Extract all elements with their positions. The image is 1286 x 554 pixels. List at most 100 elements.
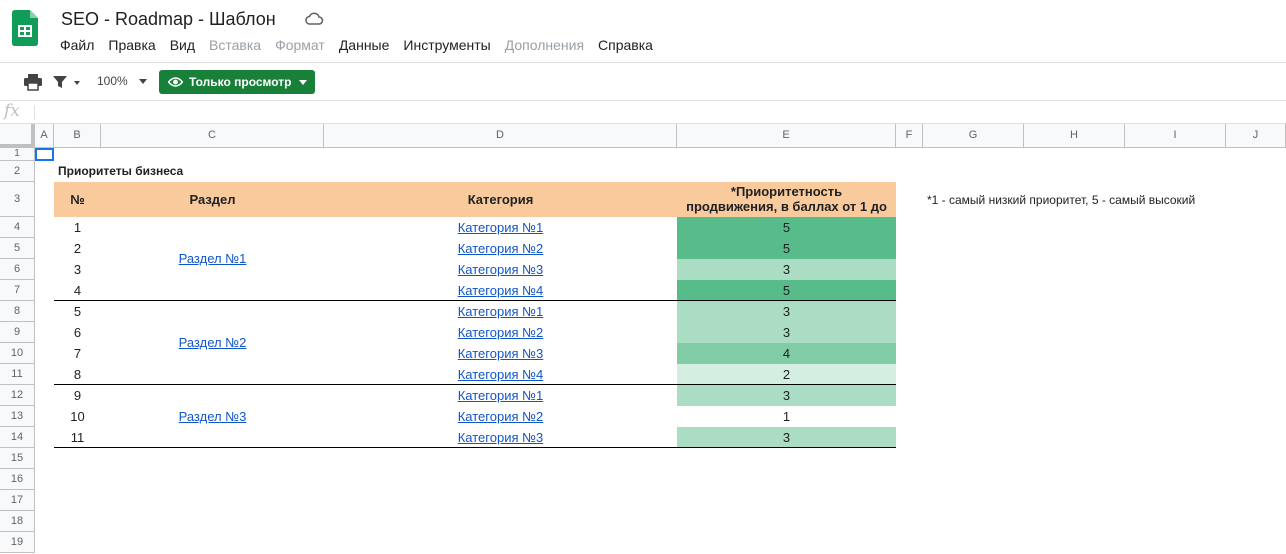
category-link[interactable]: Категория №4 <box>324 367 677 382</box>
menu-edit[interactable]: Правка <box>101 36 162 56</box>
column-header-e[interactable]: E <box>677 124 896 148</box>
row-header-12[interactable]: 12 <box>0 385 35 406</box>
sheets-logo-icon[interactable] <box>12 10 38 46</box>
document-title[interactable]: SEO - Roadmap - Шаблон <box>61 9 276 30</box>
column-header-i[interactable]: I <box>1125 124 1226 148</box>
section-link-3[interactable]: Раздел №3 <box>101 409 324 424</box>
title-bar: SEO - Roadmap - Шаблон Файл Правка Вид В… <box>0 0 1286 62</box>
formula-input[interactable] <box>44 103 1286 121</box>
category-link[interactable]: Категория №3 <box>324 262 677 277</box>
category-link[interactable]: Категория №4 <box>324 283 677 298</box>
item-number: 7 <box>73 346 82 361</box>
zoom-select[interactable]: 100% <box>97 74 128 88</box>
row-header-4[interactable]: 4 <box>0 217 35 238</box>
column-header-h[interactable]: H <box>1024 124 1125 148</box>
row-header-18[interactable]: 18 <box>0 511 35 532</box>
zoom-dropdown-icon[interactable] <box>139 79 147 84</box>
menu-data[interactable]: Данные <box>332 36 397 56</box>
row-header-13[interactable]: 13 <box>0 406 35 427</box>
category-link[interactable]: Категория №2 <box>324 325 677 340</box>
select-all-corner[interactable] <box>0 124 35 148</box>
fx-icon: fx <box>4 101 20 121</box>
row-header-11[interactable]: 11 <box>0 364 35 385</box>
item-number: 9 <box>73 388 82 403</box>
priority-score-cell[interactable]: 3 <box>677 427 896 448</box>
row-header-17[interactable]: 17 <box>0 490 35 511</box>
row-header-10[interactable]: 10 <box>0 343 35 364</box>
cloud-saved-icon[interactable] <box>304 11 324 27</box>
selected-cell-a1[interactable] <box>35 148 54 161</box>
column-header-d[interactable]: D <box>324 124 677 148</box>
row-header-8[interactable]: 8 <box>0 301 35 322</box>
column-header-b[interactable]: B <box>54 124 101 148</box>
caret-down-icon <box>299 80 307 85</box>
priority-score-cell[interactable]: 3 <box>677 322 896 343</box>
row-header-1[interactable]: 1 <box>0 148 35 161</box>
header-category: Категория <box>467 192 534 207</box>
row-header-5[interactable]: 5 <box>0 238 35 259</box>
category-link[interactable]: Категория №2 <box>324 241 677 256</box>
item-number: 8 <box>73 367 82 382</box>
filter-icon[interactable] <box>51 72 71 92</box>
menu-view[interactable]: Вид <box>163 36 202 56</box>
row-header-7[interactable]: 7 <box>0 280 35 301</box>
group-separator-line <box>54 300 896 301</box>
column-header-j[interactable]: J <box>1226 124 1286 148</box>
group-separator-line <box>54 447 896 448</box>
category-link[interactable]: Категория №1 <box>324 304 677 319</box>
menu-insert: Вставка <box>209 37 262 53</box>
print-icon[interactable] <box>23 72 43 92</box>
priority-score-cell[interactable]: 3 <box>677 301 896 322</box>
view-only-button[interactable]: Только просмотр <box>159 70 315 94</box>
row-header-3[interactable]: 3 <box>0 182 35 217</box>
column-header-f[interactable]: F <box>896 124 923 148</box>
menu-bar: Файл Правка Вид Вставка Формат Данные Ин… <box>53 36 660 56</box>
priority-score-cell[interactable]: 3 <box>677 385 896 406</box>
column-header-c[interactable]: C <box>101 124 324 148</box>
menu-format: Формат <box>275 37 325 53</box>
header-priority-line2: продвижения, в баллах от 1 до <box>686 199 887 214</box>
priority-score-cell[interactable]: 4 <box>677 343 896 364</box>
item-number: 1 <box>73 220 82 235</box>
row-header-19[interactable]: 19 <box>0 532 35 553</box>
priority-score-cell[interactable]: 5 <box>677 217 896 238</box>
view-only-label: Только просмотр <box>189 75 292 89</box>
menu-addons: Дополнения <box>504 37 585 53</box>
formula-bar: fx <box>0 101 1286 124</box>
category-link[interactable]: Категория №3 <box>324 346 677 361</box>
category-link[interactable]: Категория №3 <box>324 430 677 445</box>
row-header-15[interactable]: 15 <box>0 448 35 469</box>
menu-help[interactable]: Справка <box>591 36 660 56</box>
header-priority: *Приоритетность продвижения, в баллах от … <box>677 184 896 214</box>
filter-dropdown-icon[interactable] <box>74 81 80 85</box>
row-header-9[interactable]: 9 <box>0 322 35 343</box>
row-header-16[interactable]: 16 <box>0 469 35 490</box>
header-section: Раздел <box>189 192 236 207</box>
priority-score-cell[interactable]: 3 <box>677 259 896 280</box>
column-header-g[interactable]: G <box>923 124 1024 148</box>
section-link-1[interactable]: Раздел №1 <box>101 251 324 266</box>
column-header-a[interactable]: A <box>35 124 54 148</box>
menu-file[interactable]: Файл <box>53 36 101 56</box>
item-number: 10 <box>70 409 85 424</box>
item-number: 3 <box>73 262 82 277</box>
toolbar: 100% Только просмотр <box>0 62 1286 101</box>
category-link[interactable]: Категория №2 <box>324 409 677 424</box>
category-link[interactable]: Категория №1 <box>324 388 677 403</box>
spreadsheet-grid[interactable]: A B C D E F G H I J 1 2 3 4 5 6 7 8 9 10 11 12 13 14 15 16 17 18 19 П… <box>0 124 1286 554</box>
item-number: 5 <box>73 304 82 319</box>
row-header-14[interactable]: 14 <box>0 427 35 448</box>
section-link-2[interactable]: Раздел №2 <box>101 335 324 350</box>
priority-score-cell[interactable]: 5 <box>677 280 896 301</box>
category-link[interactable]: Категория №1 <box>324 220 677 235</box>
row-header-6[interactable]: 6 <box>0 259 35 280</box>
item-number: 4 <box>73 283 82 298</box>
menu-tools[interactable]: Инструменты <box>396 36 497 56</box>
priority-score-cell[interactable]: 5 <box>677 238 896 259</box>
priority-score-cell[interactable]: 1 <box>677 406 896 427</box>
header-priority-line1: *Приоритетность <box>730 184 843 199</box>
formula-separator <box>34 105 35 120</box>
row-header-2[interactable]: 2 <box>0 161 35 182</box>
eye-icon <box>168 77 183 87</box>
priority-score-cell[interactable]: 2 <box>677 364 896 385</box>
